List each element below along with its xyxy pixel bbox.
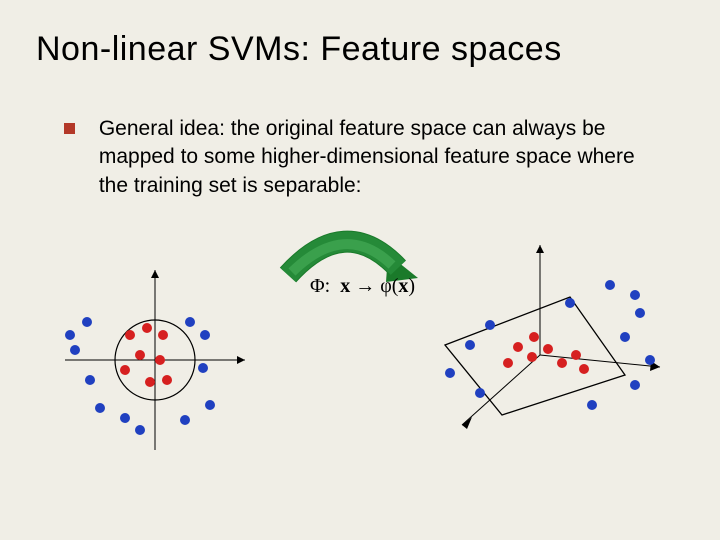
red-points-2d [120,323,172,387]
right-scatter-3d [410,235,690,475]
mapping-formula: Φ: x → φ(x) [310,275,415,298]
red-points-3d [503,332,589,374]
slide-title: Non-linear SVMs: Feature spaces [36,30,562,69]
diagram-area: Φ: x → φ(x) [40,230,680,520]
left-scatter-2d [40,250,270,470]
blue-points-2d [65,317,215,435]
bullet-text: General idea: the original feature space… [99,115,654,200]
bullet-row: General idea: the original feature space… [64,115,664,200]
bullet-square-icon [64,123,75,134]
